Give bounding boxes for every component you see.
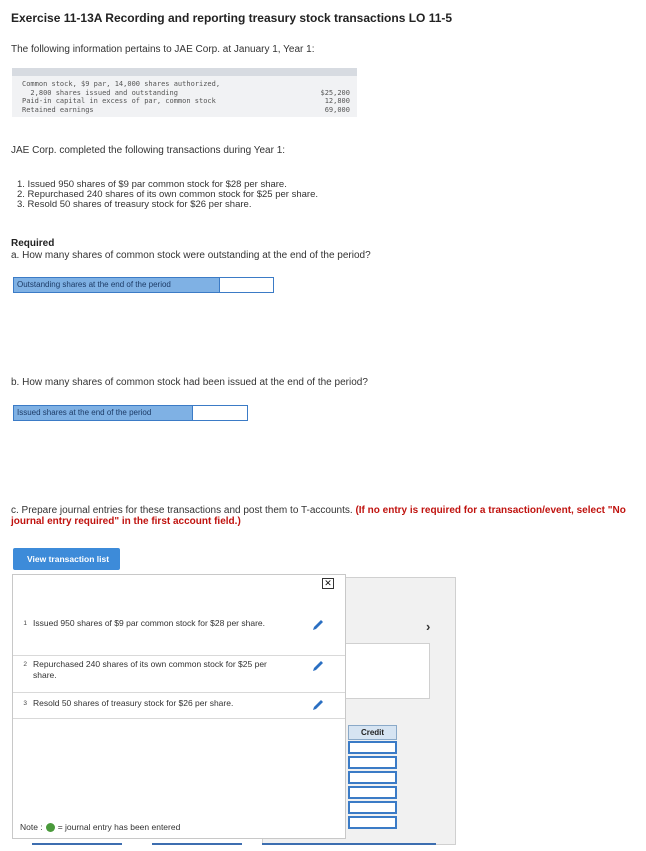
transaction-list: 1. Issued 950 shares of $9 par common st… [17,180,318,210]
next-chevron-icon[interactable]: › [426,619,430,634]
modal-transaction-row: 1 Issued 950 shares of $9 par common sto… [13,618,345,656]
info-value: $25,200 [320,88,350,97]
completed-text: JAE Corp. completed the following transa… [11,145,286,156]
bottom-divider [152,843,242,845]
answer-a-label: Outstanding shares at the end of the per… [14,278,220,292]
answer-a-input[interactable] [220,278,273,292]
transaction-number: 1 [23,620,27,627]
info-row: 2,800 shares issued and outstanding $25,… [22,89,351,98]
worksheet-box [340,643,430,699]
info-value: 69,000 [324,106,350,115]
transaction-number: 2 [23,661,27,668]
transaction-item: 3. Resold 50 shares of treasury stock fo… [17,199,252,210]
modal-note: Note : = journal entry has been entered [20,822,180,832]
info-label: Common stock, $9 par, 14,000 shares auth… [22,80,221,88]
modal-transaction-row: 2 Repurchased 240 shares of its own comm… [13,656,345,693]
transaction-description: Repurchased 240 shares of its own common… [33,659,267,680]
info-value [350,80,351,89]
transaction-description: Issued 950 shares of $9 par common stock… [33,618,265,628]
credit-cell[interactable] [348,801,397,814]
info-value: 12,800 [324,97,350,106]
question-c-text: c. Prepare journal entries for these tra… [11,505,353,516]
answer-b-label: Issued shares at the end of the period [14,406,193,420]
credit-cell[interactable] [348,771,397,784]
intro-text: The following information pertains to JA… [11,44,315,55]
credit-cell[interactable] [348,786,397,799]
note-suffix: = journal entry has been entered [57,822,181,832]
question-c: c. Prepare journal entries for these tra… [11,505,636,527]
question-a: a. How many shares of common stock were … [11,250,371,261]
bottom-divider [32,843,122,845]
page-title: Exercise 11-13A Recording and reporting … [11,11,453,25]
required-heading: Required [11,238,55,249]
pencil-icon[interactable] [311,659,325,673]
info-row: Common stock, $9 par, 14,000 shares auth… [22,80,351,89]
transaction-number: 3 [23,700,27,707]
note-prefix: Note : [20,822,43,832]
info-table: Common stock, $9 par, 14,000 shares auth… [12,68,357,117]
info-row: Retained earnings 69,000 [22,106,351,115]
credit-cell[interactable] [348,756,397,769]
modal-transaction-row: 3 Resold 50 shares of treasury stock for… [13,693,345,719]
answer-b-input[interactable] [193,406,247,420]
bottom-divider [262,843,436,845]
close-icon[interactable]: ✕ [322,578,334,589]
answer-b-row: Issued shares at the end of the period [13,405,248,421]
info-row: Paid-in capital in excess of par, common… [22,97,351,106]
answer-a-row: Outstanding shares at the end of the per… [13,277,274,293]
credit-column-header: Credit [348,725,397,740]
view-transaction-list-button[interactable]: View transaction list [13,548,120,570]
credit-cell[interactable] [348,741,397,754]
pencil-icon[interactable] [311,618,325,632]
info-label: 2,800 shares issued and outstanding [22,88,178,97]
transaction-description: Resold 50 shares of treasury stock for $… [33,698,234,708]
pencil-icon[interactable] [311,698,325,712]
entered-dot-icon [45,822,55,832]
info-label: Retained earnings [22,106,94,115]
credit-cell[interactable] [348,816,397,829]
info-label: Paid-in capital in excess of par, common… [22,97,216,106]
question-b: b. How many shares of common stock had b… [11,377,368,388]
